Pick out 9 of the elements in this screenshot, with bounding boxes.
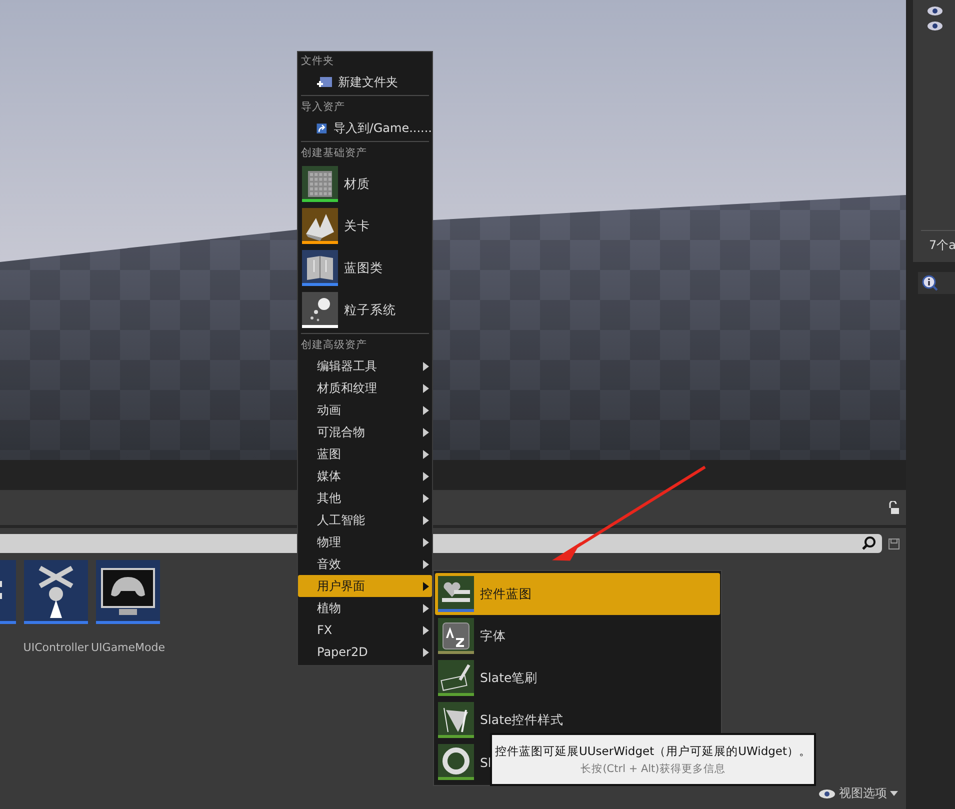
asset-name: UIGameMode bbox=[91, 641, 166, 654]
menu-section-header: 导入资产 bbox=[300, 100, 346, 115]
tooltip-hint: 长按(Ctrl + Alt)获得更多信息 bbox=[580, 762, 726, 776]
menu-section-header: 创建高级资产 bbox=[300, 338, 368, 353]
asset-name: UIController bbox=[23, 641, 89, 654]
tooltip-text: 控件蓝图可延展UUserWidget（用户可延展的UWidget）。 bbox=[494, 744, 812, 758]
menu-section-header: 文件夹 bbox=[300, 54, 335, 69]
actor-count-text: 7个a bbox=[928, 237, 955, 254]
menu-section-header: 创建基础资产 bbox=[300, 146, 368, 161]
